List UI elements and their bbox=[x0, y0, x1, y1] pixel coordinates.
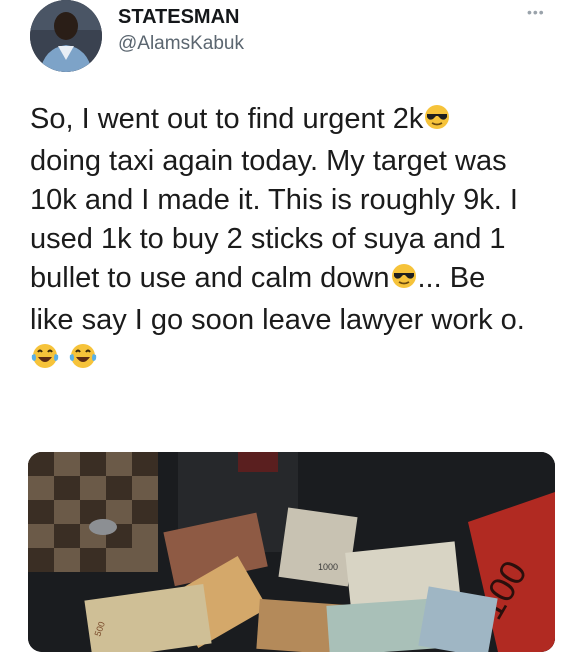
tweet-line: used 1k to buy 2 sticks of suya and 1 bbox=[30, 223, 506, 255]
author-name[interactable]: STATESMAN bbox=[118, 6, 239, 29]
note-label: 1000 bbox=[318, 562, 338, 572]
avatar-photo bbox=[30, 0, 102, 72]
tweet-line: 10k and I made it. This is roughly 9k. I bbox=[30, 184, 518, 216]
more-options-icon[interactable]: ••• bbox=[527, 4, 545, 20]
tears-of-joy-icon bbox=[68, 341, 98, 382]
tweet-line: So, I went out to find urgent 2k bbox=[30, 103, 424, 135]
cash-photo: 100 1000 500 bbox=[28, 452, 555, 652]
tweet-line: ... Be bbox=[417, 262, 486, 294]
chessboard bbox=[28, 452, 158, 572]
tweet-photo[interactable]: 100 1000 500 bbox=[28, 452, 555, 652]
sunglasses-face-icon bbox=[423, 103, 451, 142]
tweet-text: So, I went out to find urgent 2k doing t… bbox=[30, 100, 565, 382]
tweet-line: like say I go soon leave lawyer work o. bbox=[30, 304, 525, 336]
avatar[interactable] bbox=[30, 0, 102, 72]
tweet-line: bullet to use and calm down bbox=[30, 262, 390, 294]
tweet-line: doing taxi again today. My target was bbox=[30, 145, 507, 177]
tears-of-joy-icon bbox=[30, 341, 60, 382]
author-handle[interactable]: @AlamsKabuk bbox=[118, 33, 244, 55]
sunglasses-face-icon bbox=[390, 262, 418, 301]
